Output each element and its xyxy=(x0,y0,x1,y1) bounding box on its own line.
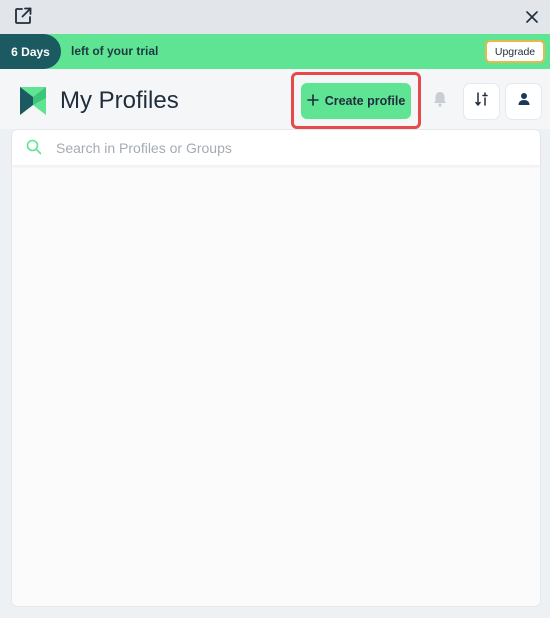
trial-message: left of your trial xyxy=(71,44,159,58)
page-title: My Profiles xyxy=(60,87,179,114)
close-icon[interactable] xyxy=(522,7,542,27)
account-button[interactable] xyxy=(506,84,541,119)
bell-icon xyxy=(433,91,447,112)
create-profile-button[interactable]: Create profile xyxy=(301,83,411,119)
page-header: My Profiles Create profile xyxy=(0,69,550,129)
app-logo-icon xyxy=(19,86,47,116)
search-input[interactable] xyxy=(56,134,526,161)
notifications-button[interactable] xyxy=(422,84,457,119)
search-bar xyxy=(12,130,540,165)
sort-filter-button[interactable] xyxy=(464,84,499,119)
sort-filter-icon xyxy=(474,91,490,112)
window-titlebar xyxy=(0,0,550,34)
external-link-icon[interactable] xyxy=(12,5,34,27)
trial-banner: 6 Days left of your trial Upgrade xyxy=(0,34,550,69)
create-profile-label: Create profile xyxy=(324,94,406,108)
profiles-panel xyxy=(11,129,541,607)
upgrade-button[interactable]: Upgrade xyxy=(485,40,545,63)
trial-days-badge: 6 Days xyxy=(0,34,61,69)
plus-icon xyxy=(306,93,319,109)
user-icon xyxy=(517,92,531,111)
search-icon xyxy=(26,139,42,155)
